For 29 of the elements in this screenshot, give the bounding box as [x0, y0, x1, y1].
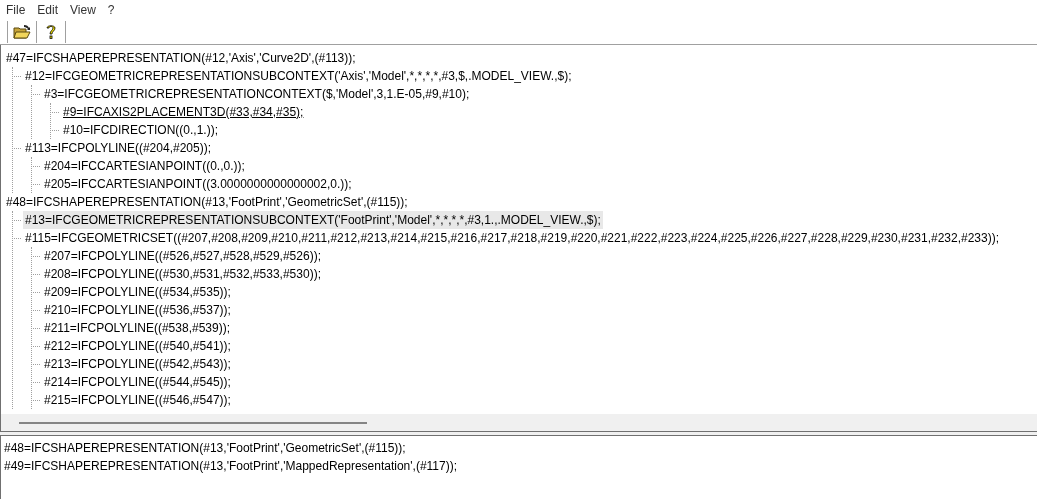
menu-item[interactable]: View: [66, 0, 100, 19]
menu-item[interactable]: ?: [103, 0, 119, 19]
tree-item[interactable]: #3=IFCGEOMETRICREPRESENTATIONCONTEXT($,'Model',3,1.E-05,#9,#10);: [42, 85, 472, 103]
tree-item[interactable]: #214=IFCPOLYLINE((#544,#545));: [42, 373, 233, 391]
reference-line[interactable]: #48=IFCSHAPEREPRESENTATION(#13,'FootPrint','GeometricSet',(#115));: [4, 439, 1037, 457]
menu-item[interactable]: File: [2, 0, 30, 19]
menu-item[interactable]: Edit: [33, 0, 63, 19]
tree-item[interactable]: #209=IFCPOLYLINE((#534,#535));: [42, 283, 233, 301]
tree-item[interactable]: #10=IFCDIRECTION((0.,1.));: [61, 121, 221, 139]
tree-item[interactable]: #115=IFCGEOMETRICSET((#207,#208,#209,#210,#211,#212,#213,#214,#215,#216,#217,#218,#219,#220,#221,#222,#223,#224,#225,#226,#227,#228,#229,#230,#231,#232,#233));: [23, 229, 1002, 247]
folder-icon: [13, 23, 31, 40]
tree-item[interactable]: #215=IFCPOLYLINE((#546,#547));: [42, 391, 233, 409]
horizontal-scrollbar[interactable]: [19, 421, 367, 424]
tree-item[interactable]: #213=IFCPOLYLINE((#542,#543));: [42, 355, 233, 373]
tree-item[interactable]: #204=IFCCARTESIANPOINT((0.,0.));: [42, 157, 247, 175]
reference-line[interactable]: #49=IFCSHAPEREPRESENTATION(#13,'FootPrint','MappedRepresentation',(#117));: [4, 457, 1037, 475]
tree-item[interactable]: #47=IFCSHAPEREPRESENTATION(#12,'Axis','Curve2D',(#113));: [4, 49, 358, 67]
tree-item[interactable]: #212=IFCPOLYLINE((#540,#541));: [42, 337, 233, 355]
tree-item[interactable]: #13=IFCGEOMETRICREPRESENTATIONSUBCONTEXT('FootPrint','Model',*,*,*,*,#3,1.,.MODEL_VIEW.,$);: [23, 211, 603, 229]
tree-item[interactable]: #113=IFCPOLYLINE((#204,#205));: [23, 139, 213, 157]
tree-item[interactable]: #207=IFCPOLYLINE((#526,#527,#528,#529,#526));: [42, 247, 323, 265]
tree-item[interactable]: #48=IFCSHAPEREPRESENTATION(#13,'FootPrint','GeometricSet',(#115));: [4, 193, 410, 211]
tree-item[interactable]: #9=IFCAXIS2PLACEMENT3D(#33,#34,#35);: [61, 103, 306, 121]
tree-item[interactable]: #12=IFCGEOMETRICREPRESENTATIONSUBCONTEXT('Axis','Model',*,*,*,*,#3,$,.MODEL_VIEW.,$);: [23, 67, 574, 85]
tree-item[interactable]: #208=IFCPOLYLINE((#530,#531,#532,#533,#530));: [42, 265, 323, 283]
question-mark-icon: [45, 23, 57, 40]
tree-item[interactable]: #211=IFCPOLYLINE((#538,#539));: [42, 319, 232, 337]
tree-item[interactable]: #205=IFCCARTESIANPOINT((3.0000000000000002,0.));: [42, 175, 354, 193]
tree-item[interactable]: #210=IFCPOLYLINE((#536,#537));: [42, 301, 233, 319]
